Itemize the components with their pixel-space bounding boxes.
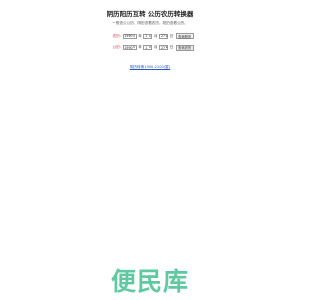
chevron-down-icon: ▼: [148, 46, 151, 49]
lunar-month-unit: 月: [153, 33, 158, 38]
instruction-text: 一般查公公历，阴历查看农历，阳历查看公历。: [112, 21, 188, 25]
query-solar-button[interactable]: 查询阳历: [175, 33, 194, 39]
lunar-month-value: 1: [145, 34, 148, 38]
chevron-down-icon: ▼: [165, 34, 168, 38]
solar-month-select[interactable]: 1 ▼: [143, 45, 153, 50]
lunar-year-value: 1990: [124, 34, 133, 38]
solar-label: 公历:: [112, 45, 121, 49]
solar-month-value: 1: [145, 45, 148, 50]
solar-day-value: 27: [160, 45, 166, 50]
chevron-down-icon: ▼: [133, 34, 135, 38]
chevron-down-icon: ▼: [133, 46, 135, 49]
solar-day-unit: 日: [169, 45, 174, 49]
solar-day-select[interactable]: 27 ▼: [159, 45, 169, 50]
page-title: 阴历阳历互转 公历农历转换器: [106, 10, 194, 18]
watermark-logo: 便民库: [110, 267, 189, 296]
solar-year-unit: 年: [138, 45, 142, 49]
chevron-down-icon: ▼: [165, 46, 168, 49]
lunar-day-select[interactable]: 27 ▼: [159, 33, 169, 39]
lunar-month-select[interactable]: 1 ▼: [143, 33, 153, 39]
page: 阴历阳历互转 公历农历转换器 一般查公公历，阴历查看农历，阳历查看公历。 农历:…: [0, 0, 300, 300]
solar-year-value: 1990: [124, 45, 133, 50]
lunar-year-unit: 年: [138, 33, 142, 38]
lunar-year-select[interactable]: 1990 ▼: [122, 33, 137, 39]
chevron-down-icon: ▼: [148, 34, 151, 38]
conversion-range-link[interactable]: 阴历转换1900-2100(暂): [0, 65, 300, 70]
lunar-day-value: 27: [160, 34, 166, 38]
solar-date-row: 公历: 1990 ▼ 年 1 ▼ 月 27 ▼ 日 查询农历: [111, 44, 194, 51]
query-lunar-button[interactable]: 查询农历: [175, 44, 194, 51]
solar-year-select[interactable]: 1990 ▼: [122, 45, 137, 50]
solar-month-unit: 月: [153, 45, 158, 49]
lunar-day-unit: 日: [169, 33, 174, 38]
lunar-label: 农历:: [112, 33, 121, 38]
lunar-date-row: 农历: 1990 ▼ 年 1 ▼ 月 27 ▼ 日 查询阳历: [111, 33, 194, 40]
